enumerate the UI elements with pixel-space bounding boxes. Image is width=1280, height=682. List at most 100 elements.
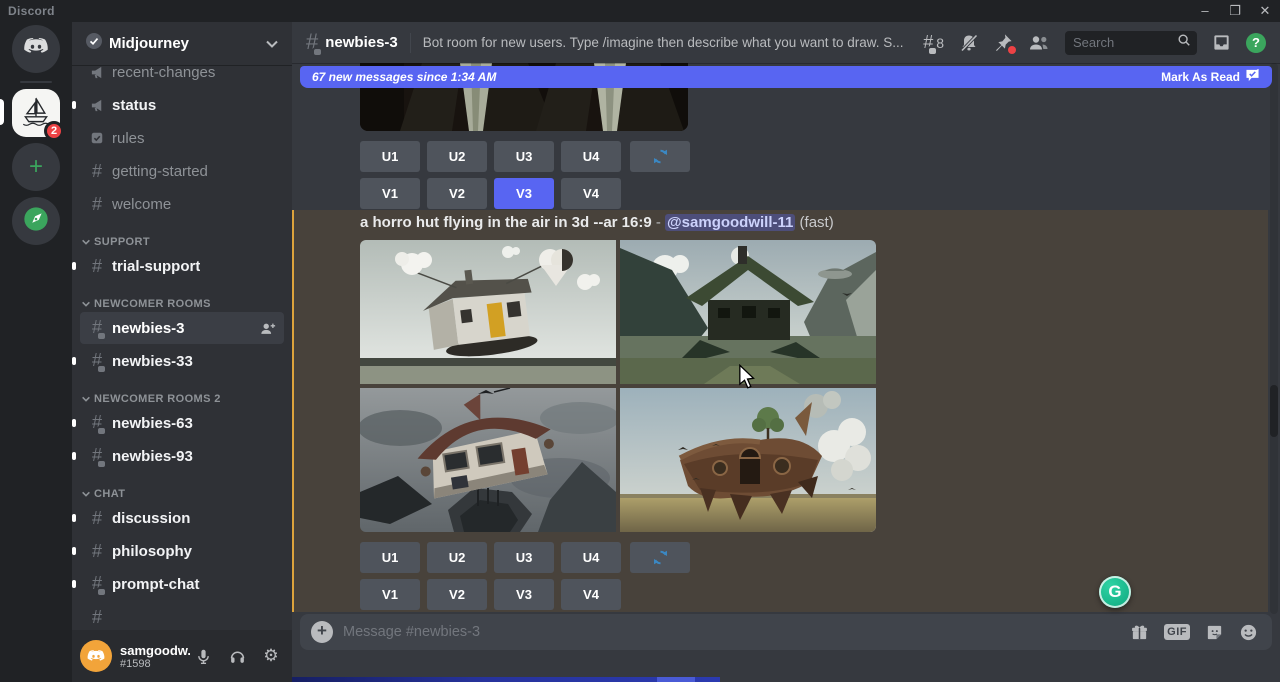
u1-button[interactable]: U1	[360, 141, 420, 172]
section-chevron-icon	[82, 491, 90, 497]
user-avatar[interactable]	[80, 640, 112, 672]
window-titlebar: Discord – ❐ ✕	[0, 0, 1280, 22]
gift-icon[interactable]	[1130, 623, 1149, 642]
user-info[interactable]: samgoodw... #1598	[120, 643, 190, 670]
scrollbar-thumb[interactable]	[1270, 385, 1278, 437]
new-messages-text: 67 new messages since 1:34 AM	[312, 70, 496, 84]
search-placeholder: Search	[1073, 35, 1177, 50]
sidebar-item-getting-started[interactable]: # getting-started	[80, 155, 284, 187]
microphone-icon[interactable]	[190, 643, 216, 669]
v2-button[interactable]: V2	[427, 178, 487, 209]
threads-icon[interactable]: # 8	[923, 33, 944, 53]
u3-button[interactable]: U3	[494, 141, 554, 172]
scrollbar-track[interactable]	[1270, 63, 1278, 614]
window-maximize-button[interactable]: ❐	[1220, 0, 1250, 22]
v4-button[interactable]: V4	[561, 579, 621, 610]
hash-icon: #	[88, 195, 106, 213]
v1-button[interactable]: V1	[360, 178, 420, 209]
generated-image-2[interactable]	[620, 240, 876, 384]
megaphone-icon	[88, 65, 106, 80]
rerun-button[interactable]	[630, 141, 690, 172]
unread-dot	[72, 101, 76, 109]
hash-icon: #	[88, 608, 106, 626]
inbox-icon[interactable]	[1212, 33, 1231, 52]
help-icon[interactable]: ?	[1246, 33, 1266, 53]
v3-button-active[interactable]: V3	[494, 178, 554, 209]
sidebar-item-prompt-chat[interactable]: # prompt-chat	[80, 568, 284, 600]
channel-topbar: # newbies-3 Bot room for new users. Type…	[292, 22, 1280, 63]
sidebar-item-newbies-93[interactable]: # newbies-93	[80, 440, 284, 472]
home-button[interactable]	[12, 25, 60, 73]
sticker-icon[interactable]	[1205, 623, 1224, 642]
explore-servers-button[interactable]	[12, 197, 60, 245]
generated-image-3[interactable]	[360, 388, 616, 532]
section-support[interactable]: SUPPORT	[80, 236, 284, 248]
sidebar-item-status[interactable]: status	[80, 89, 284, 121]
u3-button[interactable]: U3	[494, 542, 554, 573]
unread-dot	[72, 262, 76, 270]
sidebar-item-newbies-3[interactable]: # newbies-3	[80, 312, 284, 344]
section-chevron-icon	[82, 396, 90, 402]
attach-plus-icon[interactable]: +	[311, 621, 333, 643]
section-newcomer-rooms-2[interactable]: NEWCOMER ROOMS 2	[80, 393, 284, 405]
threads-count: 8	[936, 35, 944, 51]
rerun-button[interactable]	[630, 542, 690, 573]
message1-upscale-row: U1 U2 U3 U4	[360, 141, 690, 172]
server-header[interactable]: Midjourney	[72, 22, 292, 65]
hash-chat-icon: #	[88, 318, 106, 338]
settings-gear-icon[interactable]: ⚙	[258, 643, 284, 669]
message1-variation-row: V1 V2 V3 V4	[360, 178, 621, 209]
v4-button[interactable]: V4	[561, 178, 621, 209]
sidebar-item-discussion[interactable]: # discussion	[80, 502, 284, 534]
user-panel: samgoodw... #1598 ⚙	[72, 630, 292, 682]
u2-button[interactable]: U2	[427, 542, 487, 573]
sidebar-item-recent-changes[interactable]: recent-changes	[80, 65, 284, 88]
v1-button[interactable]: V1	[360, 579, 420, 610]
new-messages-banner[interactable]: 67 new messages since 1:34 AM Mark As Re…	[300, 66, 1272, 88]
pin-notification-dot	[1008, 46, 1016, 54]
search-input[interactable]: Search	[1065, 31, 1197, 55]
v3-button[interactable]: V3	[494, 579, 554, 610]
mark-as-read-button[interactable]: Mark As Read	[1161, 69, 1260, 85]
hash-chat-icon: #	[88, 413, 106, 433]
v2-button[interactable]: V2	[427, 579, 487, 610]
megaphone-icon	[88, 98, 106, 113]
generated-image-4[interactable]	[620, 388, 876, 532]
section-chat[interactable]: CHAT	[80, 488, 284, 500]
section-newcomer-rooms[interactable]: NEWCOMER ROOMS	[80, 298, 284, 310]
sidebar-item-newbies-33[interactable]: # newbies-33	[80, 345, 284, 377]
sidebar-item-philosophy[interactable]: # philosophy	[80, 535, 284, 567]
u4-button[interactable]: U4	[561, 141, 621, 172]
sidebar-item-partially-visible[interactable]: #	[80, 601, 284, 630]
channel-topic[interactable]: Bot room for new users. Type /imagine th…	[423, 35, 913, 50]
notifications-muted-icon[interactable]	[959, 33, 979, 53]
message-input[interactable]: + Message #newbies-3 GIF	[300, 614, 1272, 650]
u2-button[interactable]: U2	[427, 141, 487, 172]
headphones-icon[interactable]	[224, 643, 250, 669]
generated-image-1[interactable]	[360, 240, 616, 384]
rerun-icon	[652, 549, 669, 566]
gif-icon[interactable]: GIF	[1164, 624, 1190, 640]
add-server-button[interactable]: +	[12, 143, 60, 191]
pinned-messages-icon[interactable]	[994, 33, 1013, 52]
window-minimize-button[interactable]: –	[1190, 0, 1220, 22]
grammarly-icon[interactable]: G	[1099, 576, 1131, 608]
window-close-button[interactable]: ✕	[1250, 0, 1280, 22]
u4-button[interactable]: U4	[561, 542, 621, 573]
u1-button[interactable]: U1	[360, 542, 420, 573]
sidebar-item-newbies-63[interactable]: # newbies-63	[80, 407, 284, 439]
user-mention[interactable]: @samgoodwill-11	[665, 214, 795, 231]
hash-chat-icon: #	[306, 31, 318, 54]
hash-icon: #	[88, 542, 106, 560]
unread-dot	[72, 580, 76, 588]
member-list-icon[interactable]	[1028, 34, 1050, 51]
generated-image-grid	[360, 240, 876, 532]
chat-main: # newbies-3 Bot room for new users. Type…	[292, 22, 1280, 682]
server-icon-midjourney[interactable]: 2	[12, 89, 60, 137]
sidebar-item-welcome[interactable]: # welcome	[80, 188, 284, 220]
rules-icon	[88, 131, 106, 145]
create-invite-icon[interactable]	[260, 322, 276, 335]
sidebar-item-trial-support[interactable]: # trial-support	[80, 250, 284, 282]
sidebar-item-rules[interactable]: rules	[80, 122, 284, 154]
emoji-icon[interactable]	[1239, 623, 1258, 642]
